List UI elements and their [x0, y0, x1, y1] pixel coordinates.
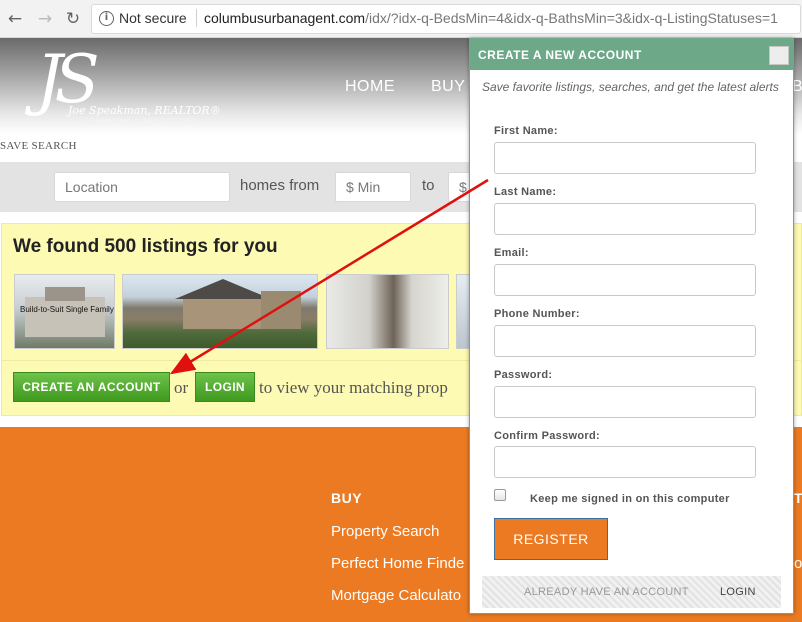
- page: ← → ↻ i Not secure columbusurbanagent.co…: [0, 0, 802, 622]
- annotation-arrow: [169, 178, 489, 375]
